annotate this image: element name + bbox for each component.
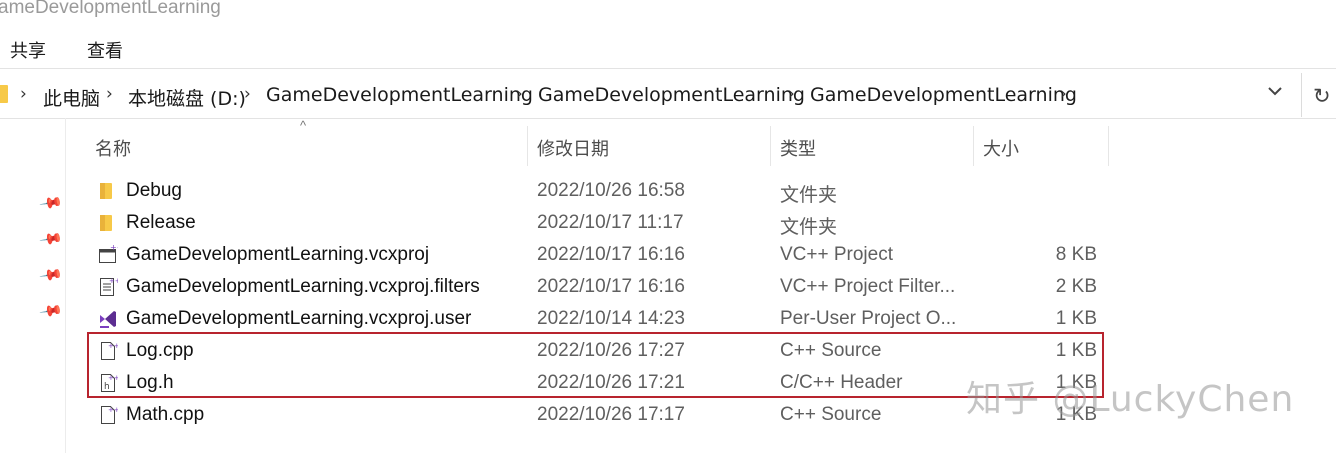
column-header-name[interactable]: 名称 — [95, 135, 131, 161]
file-type: C++ Source — [780, 404, 882, 425]
file-type: 文件夹 — [780, 185, 838, 206]
breadcrumb-folder-1[interactable]: GameDevelopmentLearning — [266, 84, 533, 106]
sort-ascending-icon: ^ — [300, 118, 307, 133]
column-divider[interactable] — [1108, 126, 1109, 166]
file-date: 2022/10/14 14:23 — [537, 308, 685, 329]
file-row[interactable]: ++ GameDevelopmentLearning.vcxproj.filter… — [90, 271, 1110, 303]
file-size: 1 KB — [1055, 308, 1097, 329]
filters-icon: ++ — [98, 277, 121, 297]
svg-text:++: ++ — [110, 245, 118, 252]
vcxproj-icon: ++ — [98, 243, 123, 265]
breadcrumb-folder-2[interactable]: GameDevelopmentLearning — [538, 84, 805, 106]
file-type: VC++ Project — [780, 244, 893, 265]
column-divider[interactable] — [770, 126, 771, 166]
ribbon: 共享 查看 — [0, 30, 1336, 68]
svg-text:++: ++ — [108, 406, 118, 414]
column-header-size[interactable]: 大小 — [983, 135, 1019, 161]
file-date: 2022/10/17 16:16 — [537, 244, 685, 265]
chevron-right-icon[interactable]: › — [788, 84, 795, 104]
folder-icon — [98, 181, 118, 201]
breadcrumb-drive-d[interactable]: 本地磁盘 (D:) — [128, 84, 246, 111]
cpp-file-icon: ++ — [98, 405, 120, 425]
file-name[interactable]: GameDevelopmentLearning.vcxproj.filters — [126, 276, 480, 298]
file-row[interactable]: GameDevelopmentLearning.vcxproj.user 2022… — [90, 303, 1110, 335]
window-title: ameDevelopmentLearning — [0, 0, 221, 18]
file-size: 2 KB — [1055, 276, 1097, 297]
file-type: 文件夹 — [780, 217, 838, 238]
column-divider[interactable] — [973, 126, 974, 166]
file-row[interactable]: ++ GameDevelopmentLearning.vcxproj 2022/10… — [90, 239, 1110, 271]
column-header-type[interactable]: 类型 — [780, 135, 816, 161]
navigation-pane: 📌 📌 📌 📌 — [0, 118, 66, 453]
file-type: VC++ Project Filter... — [780, 276, 956, 297]
chevron-right-icon[interactable]: › — [244, 84, 251, 104]
file-row[interactable]: ++ Math.cpp 2022/10/26 17:17 C++ Source 1 KB — [90, 399, 1110, 431]
pin-icon[interactable]: 📌 — [39, 226, 65, 252]
svg-text:++: ++ — [109, 277, 118, 285]
file-name[interactable]: Math.cpp — [126, 404, 204, 426]
tab-share[interactable]: 共享 — [10, 37, 46, 63]
address-divider — [0, 118, 1336, 119]
pin-icon[interactable]: 📌 — [39, 262, 65, 288]
chevron-right-icon[interactable]: › — [1060, 84, 1067, 104]
ribbon-divider — [0, 68, 1336, 69]
visual-studio-icon — [98, 309, 118, 329]
refresh-icon[interactable]: ↻ — [1313, 84, 1331, 108]
address-bar[interactable]: › 此电脑 › 本地磁盘 (D:) › GameDevelopmentLearn… — [0, 73, 1302, 117]
pin-icon[interactable]: 📌 — [39, 190, 65, 216]
file-date: 2022/10/17 16:16 — [537, 276, 685, 297]
file-date: 2022/10/26 17:17 — [537, 404, 685, 425]
chevron-right-icon[interactable]: › — [106, 84, 113, 104]
chevron-down-icon[interactable] — [1267, 83, 1283, 104]
column-divider[interactable] — [527, 126, 528, 166]
file-type: Per-User Project O... — [780, 308, 957, 329]
file-name[interactable]: Debug — [126, 180, 182, 202]
column-header-date[interactable]: 修改日期 — [537, 135, 609, 161]
watermark: 知乎 @LuckyChen — [966, 379, 1295, 420]
chevron-right-icon[interactable]: › — [20, 84, 27, 104]
pin-icon[interactable]: 📌 — [39, 298, 65, 324]
file-date: 2022/10/26 16:58 — [537, 180, 685, 201]
file-name[interactable]: GameDevelopmentLearning.vcxproj — [126, 244, 429, 266]
breadcrumb-folder-3[interactable]: GameDevelopmentLearning — [810, 84, 1077, 106]
file-size: 8 KB — [1055, 244, 1097, 265]
file-row[interactable]: Debug 2022/10/26 16:58 文件夹 — [90, 175, 1110, 207]
breadcrumb-this-pc[interactable]: 此电脑 — [43, 84, 100, 111]
tab-view[interactable]: 查看 — [87, 37, 123, 63]
highlight-box — [87, 332, 1104, 398]
file-date: 2022/10/17 11:17 — [537, 212, 684, 233]
file-name[interactable]: GameDevelopmentLearning.vcxproj.user — [126, 308, 471, 330]
folder-icon — [0, 85, 8, 103]
file-name[interactable]: Release — [126, 212, 196, 234]
folder-icon — [98, 213, 118, 233]
file-row[interactable]: Release 2022/10/17 11:17 文件夹 — [90, 207, 1110, 239]
chevron-right-icon[interactable]: › — [516, 84, 523, 104]
